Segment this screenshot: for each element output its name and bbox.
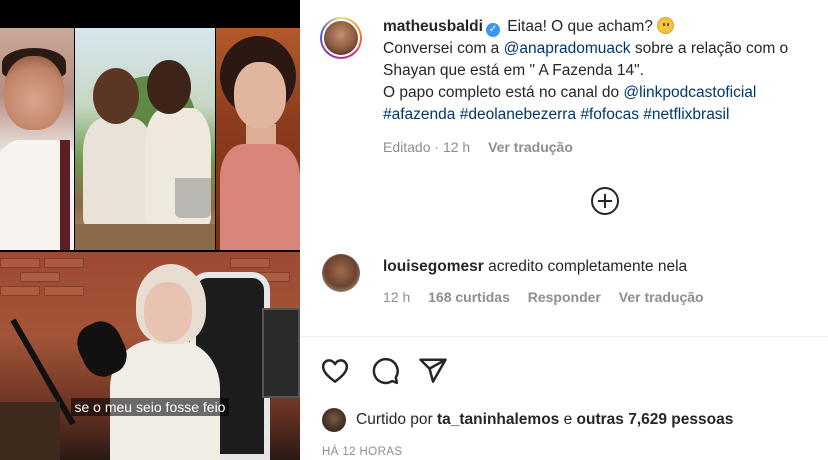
hashtag-fofocas[interactable]: #fofocas: [580, 106, 639, 123]
liker-username[interactable]: ta_taninhalemos: [437, 411, 559, 428]
caption-line3-prefix: O papo completo está no canal do: [383, 84, 624, 101]
liker-avatar[interactable]: [322, 408, 346, 432]
comment-likes-count[interactable]: 168 curtidas: [428, 289, 510, 305]
likes-others-link[interactable]: outras 7,629 pessoas: [577, 411, 734, 428]
comment-time: 12 h: [383, 289, 411, 305]
comment-text: acredito completamente nela: [488, 258, 688, 275]
reply-button[interactable]: Responder: [528, 289, 601, 305]
likes-middle: e: [559, 411, 577, 428]
hashtag-deolanebezerra[interactable]: #deolanebezerra: [460, 106, 576, 123]
grimacing-emoji-icon: [657, 17, 675, 34]
mention-linkpodcastoficial[interactable]: @linkpodcastoficial: [623, 84, 756, 101]
media-panel-couple-kissing: [75, 28, 215, 250]
media-panel-man-smiling: [0, 28, 74, 250]
media-panel-woman-portrait: [216, 28, 300, 250]
heart-icon[interactable]: [320, 356, 350, 386]
post-time: 12 h: [442, 139, 471, 155]
post-meta: Editado · 12 h Ver tradução: [383, 139, 573, 155]
see-translation-button[interactable]: Ver tradução: [488, 139, 573, 155]
hashtag-afazenda[interactable]: #afazenda: [383, 106, 455, 123]
comment-meta: 12 h 168 curtidas Responder Ver tradução: [383, 289, 704, 305]
comment-icon[interactable]: [370, 356, 400, 386]
edited-label: Editado: [383, 139, 431, 155]
mention-anapradomuack[interactable]: @anapradomuack: [504, 40, 631, 57]
add-circle-icon[interactable]: [591, 187, 619, 215]
caption-intro: Eitaa! O que acham?: [507, 18, 653, 35]
verified-badge-icon: ✓: [485, 23, 500, 37]
post-media[interactable]: se o meu seio fosse feio: [0, 0, 300, 460]
hashtag-netflixbrasil[interactable]: #netflixbrasil: [643, 106, 729, 123]
post-info-panel: matheusbaldi ✓ Eitaa! O que acham? Conver…: [300, 0, 828, 460]
comment: louisegomesr acredito completamente nela: [383, 256, 687, 278]
author-username[interactable]: matheusbaldi: [383, 18, 483, 35]
author-avatar[interactable]: [320, 17, 362, 59]
post-timestamp: HÁ 12 HORAS: [322, 446, 403, 458]
comment-see-translation-button[interactable]: Ver tradução: [619, 289, 704, 305]
caption-line2-prefix: Conversei com a: [383, 40, 504, 57]
media-panel-podcast: [0, 252, 300, 460]
commenter-avatar[interactable]: [322, 254, 360, 292]
commenter-username[interactable]: louisegomesr: [383, 258, 484, 275]
likes-prefix: Curtido por: [356, 411, 437, 428]
share-icon[interactable]: [418, 356, 448, 386]
post-caption: matheusbaldi ✓ Eitaa! O que acham? Conver…: [383, 16, 823, 126]
actions-divider: [300, 336, 828, 337]
